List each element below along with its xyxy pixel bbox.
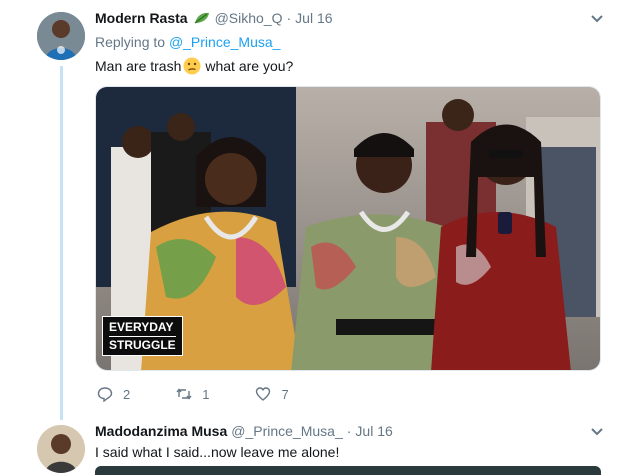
tweet-header: Madodanzima Musa @_Prince_Musa_ · Jul 16 [95, 423, 393, 439]
badge-line-2: STRUGGLE [109, 336, 176, 352]
avatar-madodanzima-musa[interactable] [37, 425, 85, 473]
chevron-down-icon[interactable] [590, 14, 604, 24]
author-name[interactable]: Madodanzima Musa [95, 423, 227, 439]
author-handle[interactable]: @_Prince_Musa_ [231, 423, 343, 439]
avatar-modern-rasta[interactable] [37, 12, 85, 60]
reply-icon [97, 387, 113, 402]
confused-face-emoji [183, 57, 201, 75]
leaf-icon [194, 12, 209, 24]
tweet-media-image[interactable]: EVERYDAY STRUGGLE [95, 86, 601, 371]
author-handle[interactable]: @Sikho_Q [215, 10, 283, 26]
tweet-actions: 2 1 7 [97, 386, 335, 402]
tweet-text-part2: what are you? [205, 58, 294, 74]
author-name[interactable]: Modern Rasta [95, 10, 188, 26]
everyday-struggle-watermark: EVERYDAY STRUGGLE [102, 316, 183, 356]
tweet-text: I said what I said...now leave me alone! [95, 444, 339, 460]
separator-dot: · [346, 423, 352, 439]
tweet-media-image[interactable] [95, 466, 601, 475]
badge-line-1: EVERYDAY [109, 320, 174, 334]
replying-prefix: Replying to [95, 34, 166, 50]
like-button[interactable]: 7 [255, 386, 289, 402]
retweet-count: 1 [202, 386, 210, 402]
avatar-image [37, 425, 85, 473]
heart-icon [256, 387, 271, 401]
reply-count: 2 [123, 386, 131, 402]
replying-mention-link[interactable]: @_Prince_Musa_ [169, 34, 281, 50]
separator-dot: · [286, 10, 292, 26]
replying-to: Replying to @_Prince_Musa_ [95, 34, 280, 50]
tweet-text-body: I said what I said...now leave me alone! [95, 444, 340, 460]
tweet-date[interactable]: Jul 16 [295, 10, 332, 26]
tweet-header: Modern Rasta @Sikho_Q · Jul 16 [95, 10, 333, 26]
avatar-image [37, 12, 85, 60]
chevron-down-icon[interactable] [590, 427, 604, 437]
tweet-date[interactable]: Jul 16 [355, 423, 392, 439]
retweet-icon [176, 388, 192, 400]
retweet-button[interactable]: 1 [176, 386, 209, 402]
tweet-text-part1: Man are trash [95, 58, 182, 74]
reply-button[interactable]: 2 [97, 386, 130, 402]
thread-connector-line [60, 66, 63, 420]
like-count: 7 [281, 386, 289, 402]
tweet-text: Man are trash what are you? [95, 57, 293, 75]
